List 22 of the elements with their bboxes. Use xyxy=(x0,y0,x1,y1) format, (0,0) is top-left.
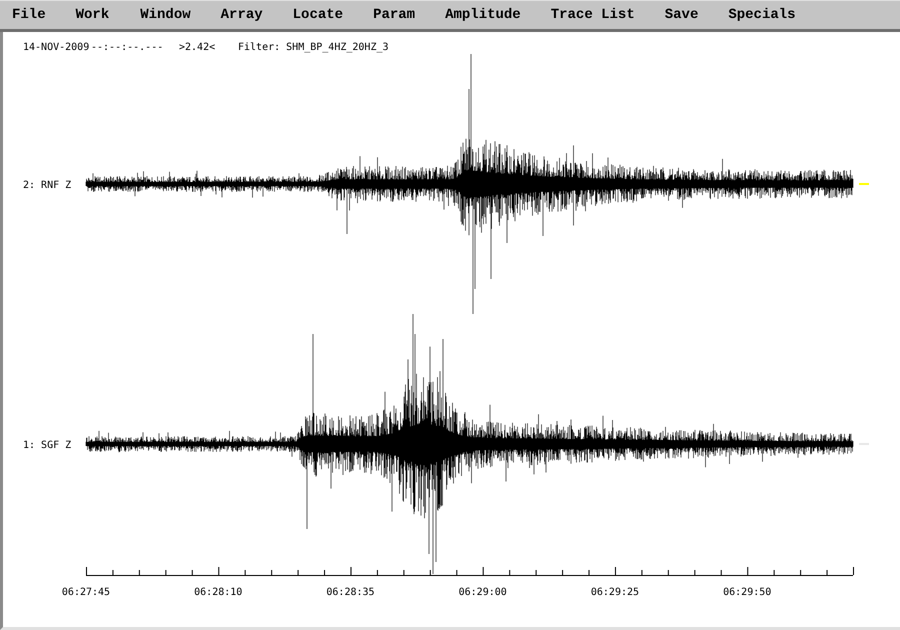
menu-item[interactable]: Save xyxy=(664,7,698,23)
date-label: 14-NOV-2009 xyxy=(23,42,90,53)
menu-item[interactable]: Window xyxy=(140,7,191,23)
menu-item[interactable]: Array xyxy=(220,7,263,23)
menu-item[interactable]: Trace List xyxy=(550,7,635,23)
time-label: --:--:--.--- xyxy=(91,42,164,53)
trace-label: 2: RNF Z xyxy=(23,180,72,191)
menu-item[interactable]: Work xyxy=(76,7,110,23)
trace-label: 1: SGF Z xyxy=(23,440,72,451)
menu-item[interactable]: Specials xyxy=(728,7,796,23)
axis-label: 06:29:50 xyxy=(723,587,772,598)
axis-label: 06:29:00 xyxy=(458,587,507,598)
filter-label: Filter: SHM_BP_4HZ_20HZ_3 xyxy=(238,42,389,53)
axis-label: 06:28:35 xyxy=(326,587,375,598)
axis-label: 06:28:10 xyxy=(194,587,242,598)
menu-item[interactable]: File xyxy=(12,7,46,23)
axis-label: 06:29:25 xyxy=(590,587,640,598)
menu-item[interactable]: Locate xyxy=(292,7,344,23)
menu-item[interactable]: Param xyxy=(373,7,416,23)
menu-item[interactable]: Amplitude xyxy=(445,7,521,23)
amplitude-label: >2.42< xyxy=(179,42,216,53)
axis-label: 06:27:45 xyxy=(62,587,110,598)
